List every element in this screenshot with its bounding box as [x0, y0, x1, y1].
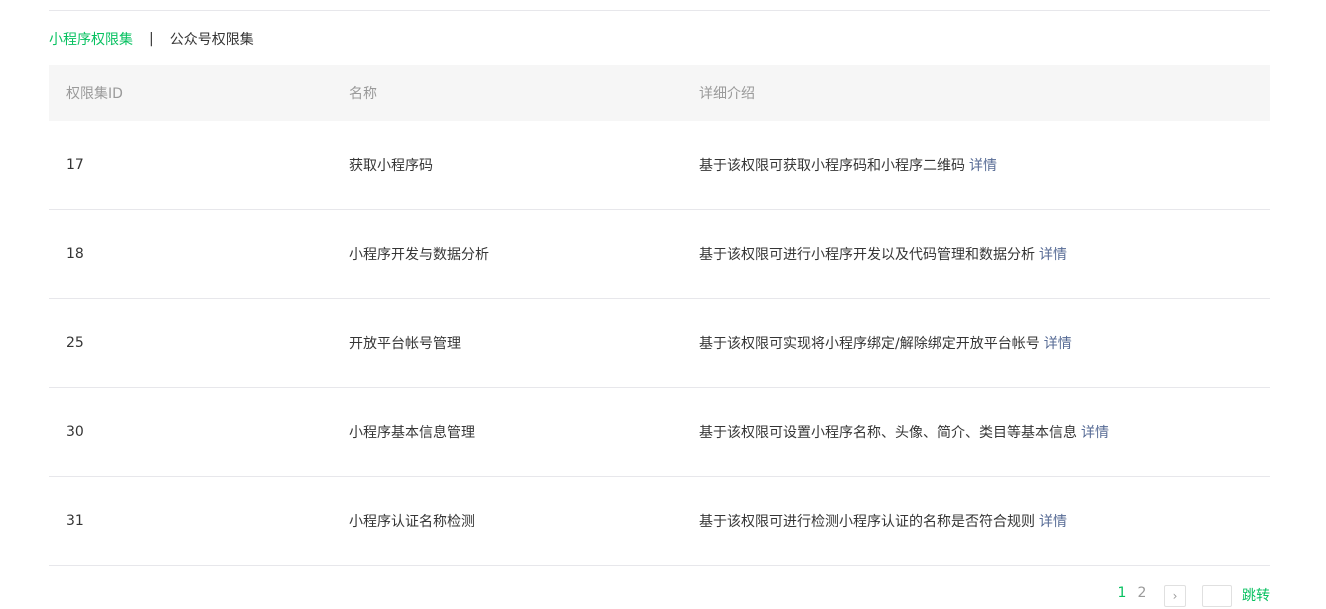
top-divider: [49, 10, 1270, 11]
cell-id: 31: [66, 513, 84, 529]
detail-link[interactable]: 详情: [1081, 425, 1109, 441]
pagination: 1 2 › 跳转: [1112, 585, 1270, 609]
cell-id: 18: [66, 246, 84, 262]
header-id: 权限集ID: [66, 86, 123, 102]
tab-separator: |: [149, 31, 154, 47]
cell-description: 基于该权限可获取小程序码和小程序二维码 详情: [699, 155, 1270, 175]
next-page-button[interactable]: ›: [1164, 585, 1186, 607]
cell-description: 基于该权限可进行小程序开发以及代码管理和数据分析 详情: [699, 244, 1270, 264]
description-text: 基于该权限可设置小程序名称、头像、简介、类目等基本信息: [699, 425, 1077, 441]
cell-name: 小程序开发与数据分析: [349, 247, 489, 263]
table-header: 权限集ID 名称 详细介绍: [49, 65, 1270, 121]
header-description: 详细介绍: [699, 86, 755, 102]
detail-link[interactable]: 详情: [1044, 336, 1072, 352]
page-jump-input[interactable]: [1202, 585, 1232, 607]
tab-miniprogram-permissions[interactable]: 小程序权限集: [49, 29, 133, 49]
jump-button[interactable]: 跳转: [1242, 585, 1270, 605]
cell-description: 基于该权限可设置小程序名称、头像、简介、类目等基本信息 详情: [699, 422, 1270, 442]
description-text: 基于该权限可获取小程序码和小程序二维码: [699, 158, 965, 174]
description-text: 基于该权限可进行小程序开发以及代码管理和数据分析: [699, 247, 1035, 263]
cell-name: 获取小程序码: [349, 158, 433, 174]
table-row: 25 开放平台帐号管理 基于该权限可实现将小程序绑定/解除绑定开放平台帐号 详情: [49, 299, 1270, 388]
table-row: 18 小程序开发与数据分析 基于该权限可进行小程序开发以及代码管理和数据分析 详情: [49, 210, 1270, 299]
table-row: 17 获取小程序码 基于该权限可获取小程序码和小程序二维码 详情: [49, 121, 1270, 210]
cell-name: 小程序认证名称检测: [349, 514, 475, 530]
cell-description: 基于该权限可进行检测小程序认证的名称是否符合规则 详情: [699, 511, 1270, 531]
detail-link[interactable]: 详情: [1039, 514, 1067, 530]
description-text: 基于该权限可进行检测小程序认证的名称是否符合规则: [699, 514, 1035, 530]
cell-id: 25: [66, 335, 84, 351]
tab-official-account-permissions[interactable]: 公众号权限集: [170, 29, 254, 49]
detail-link[interactable]: 详情: [1039, 247, 1067, 263]
page-2-button[interactable]: 2: [1132, 585, 1152, 601]
cell-name: 开放平台帐号管理: [349, 336, 461, 352]
table-row: 30 小程序基本信息管理 基于该权限可设置小程序名称、头像、简介、类目等基本信息…: [49, 388, 1270, 477]
chevron-right-icon: ›: [1172, 589, 1178, 603]
page-1-button[interactable]: 1: [1112, 585, 1132, 601]
cell-name: 小程序基本信息管理: [349, 425, 475, 441]
permission-table: 权限集ID 名称 详细介绍 17 获取小程序码 基于该权限可获取小程序码和小程序…: [49, 65, 1270, 566]
cell-id: 30: [66, 424, 84, 440]
table-row: 31 小程序认证名称检测 基于该权限可进行检测小程序认证的名称是否符合规则 详情: [49, 477, 1270, 566]
permission-tabs: 小程序权限集 | 公众号权限集: [49, 29, 254, 49]
description-text: 基于该权限可实现将小程序绑定/解除绑定开放平台帐号: [699, 336, 1040, 352]
cell-id: 17: [66, 157, 84, 173]
header-name: 名称: [349, 86, 377, 102]
cell-description: 基于该权限可实现将小程序绑定/解除绑定开放平台帐号 详情: [699, 333, 1270, 353]
detail-link[interactable]: 详情: [969, 158, 997, 174]
